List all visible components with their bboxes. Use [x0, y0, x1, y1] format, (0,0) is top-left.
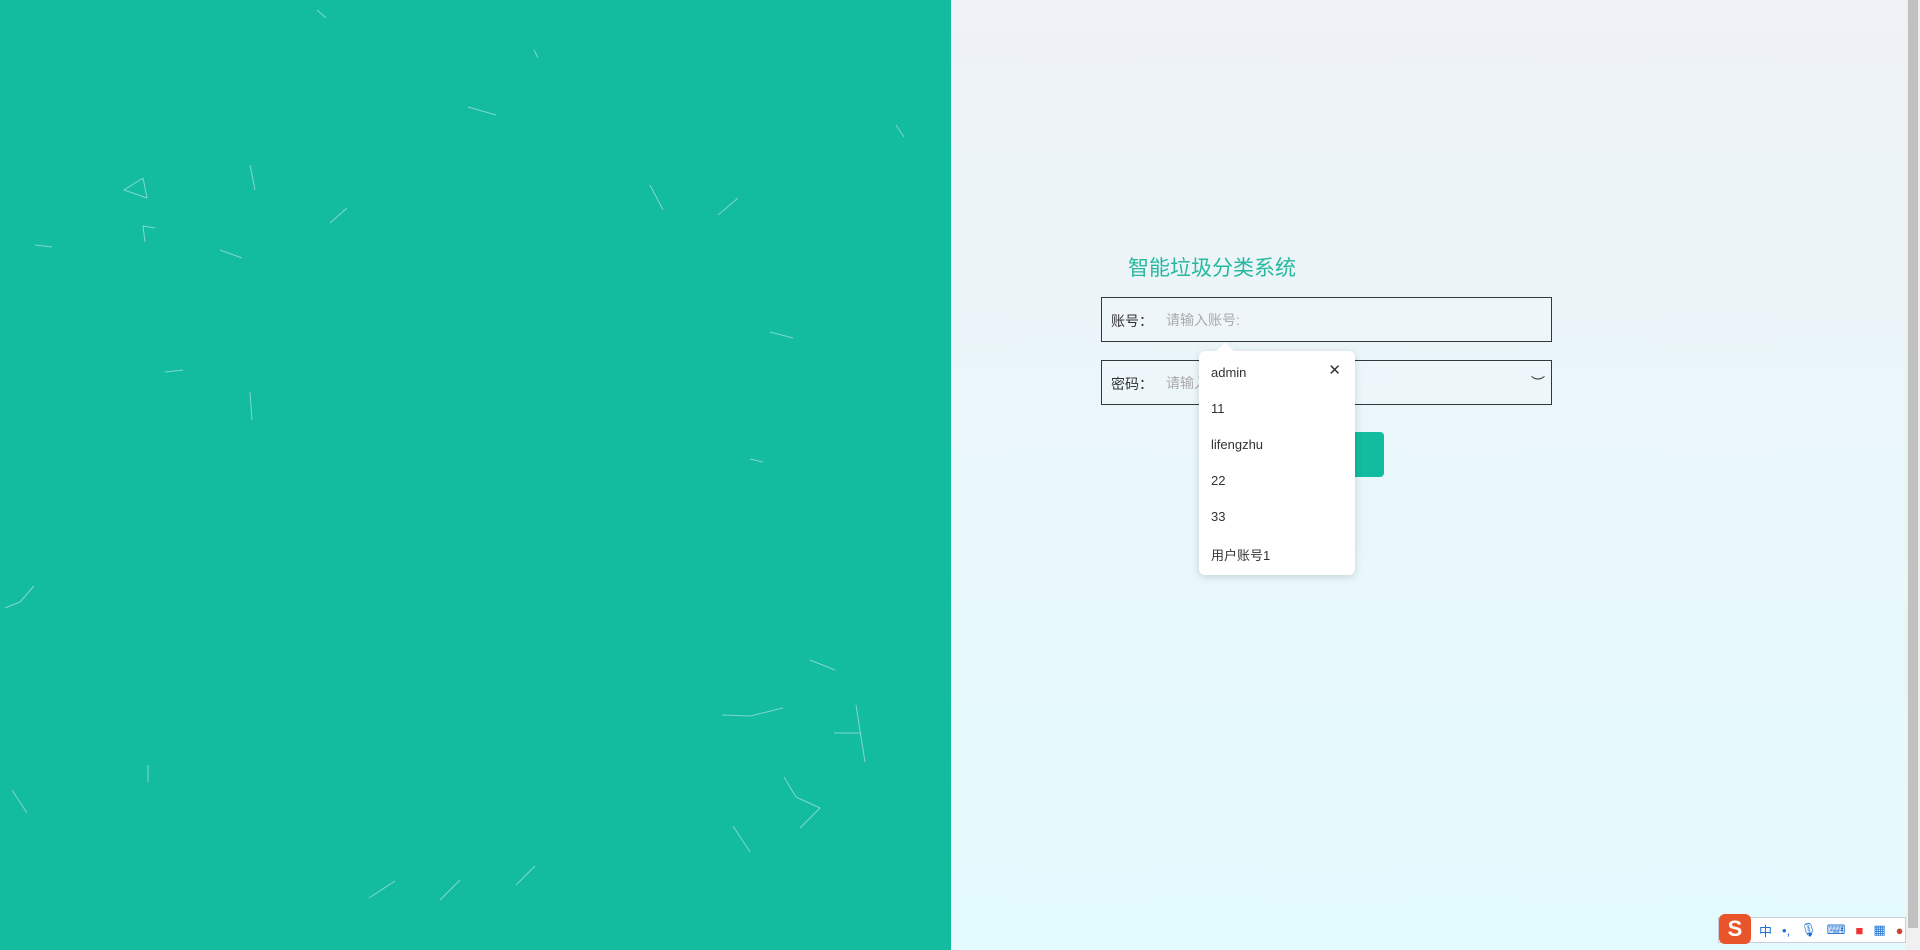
decorative-particle-panel	[0, 0, 951, 950]
account-input[interactable]	[1166, 306, 1526, 334]
autocomplete-item[interactable]: admin	[1211, 365, 1246, 380]
sogou-logo-icon[interactable]: S	[1719, 914, 1751, 944]
particle-lines	[4, 9, 905, 901]
keyboard-icon[interactable]: ⌨	[1827, 922, 1846, 938]
autocomplete-item[interactable]: 22	[1211, 473, 1225, 488]
autocomplete-item[interactable]: 33	[1211, 509, 1225, 524]
skin-icon[interactable]: ■	[1855, 923, 1863, 938]
autocomplete-item[interactable]: lifengzhu	[1211, 437, 1263, 452]
login-background	[951, 0, 1906, 950]
account-label: 账号：	[1111, 313, 1153, 329]
mic-icon[interactable]: 🎙	[1800, 922, 1817, 938]
autocomplete-item[interactable]: 11	[1211, 401, 1225, 416]
autocomplete-dropdown: ✕ admin 11 lifengzhu 22 33 用户账号1	[1199, 351, 1355, 575]
ime-punct-toggle[interactable]: •,	[1782, 923, 1790, 938]
page-title: 智能垃圾分类系统	[1128, 257, 1296, 280]
toolbox-icon[interactable]: ●	[1896, 923, 1904, 938]
close-icon[interactable]: ✕	[1328, 361, 1341, 379]
autocomplete-item[interactable]: 用户账号1	[1211, 545, 1270, 564]
eye-closed-icon[interactable]: ︶	[1531, 373, 1545, 393]
account-field: 账号：	[1101, 297, 1552, 342]
apps-icon[interactable]: ▦	[1873, 922, 1885, 938]
ime-toolbar: S 中 •, 🎙 ⌨ ■ ▦ ●	[1718, 914, 1906, 944]
scrollbar[interactable]	[1906, 0, 1920, 950]
scrollbar-thumb[interactable]	[1908, 0, 1918, 928]
password-label: 密码：	[1111, 376, 1153, 392]
ime-mode-toggle[interactable]: 中	[1759, 921, 1772, 940]
